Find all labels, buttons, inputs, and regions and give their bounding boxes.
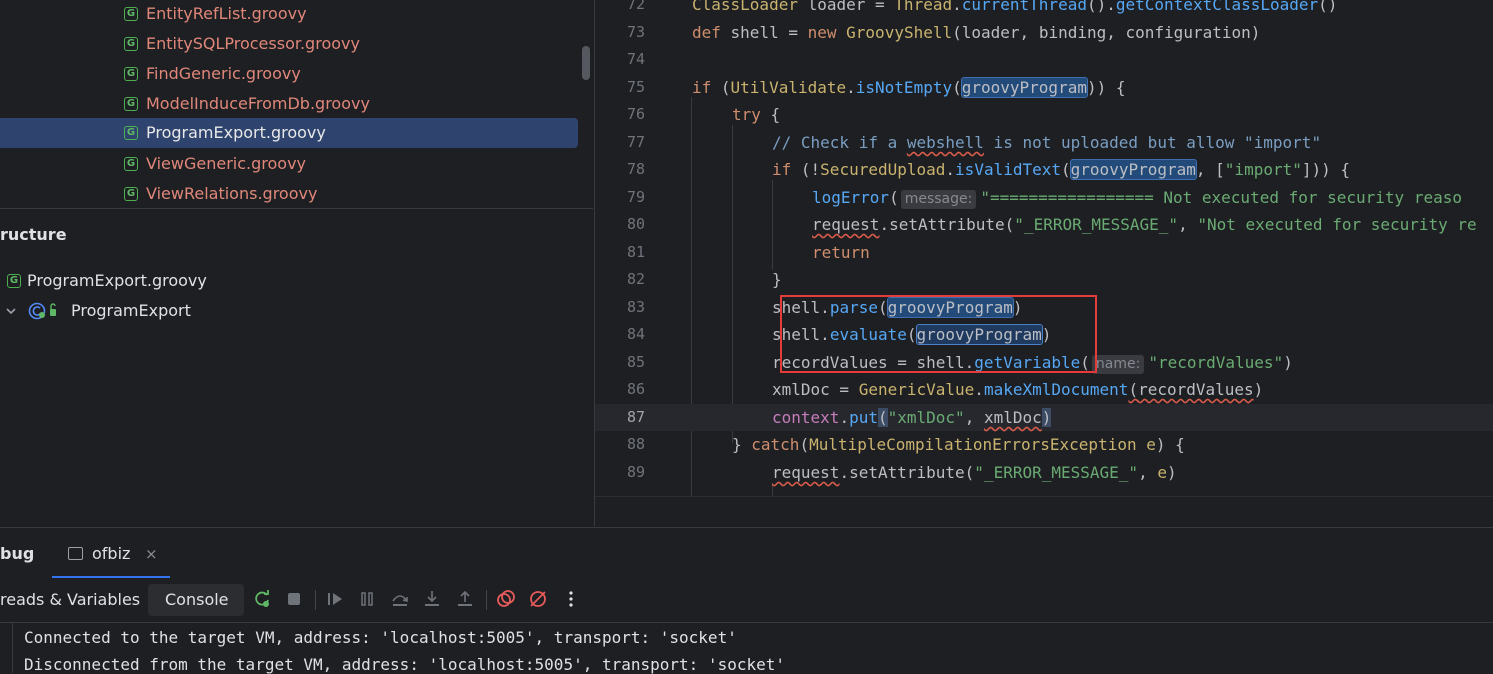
console-line: Disconnected from the target VM, address… [24,655,785,674]
tree-scrollbar[interactable] [582,46,590,80]
tree-item[interactable]: G EntityRefList.groovy [0,0,578,28]
tree-item[interactable]: G EntitySQLProcessor.groovy [0,30,578,58]
groovy-file-icon: G [7,274,21,288]
line-number: 86 [626,380,645,398]
debug-toolbar: reads & Variables Console [0,578,1493,623]
tree-item-label: ProgramExport.groovy [146,123,326,142]
structure-item-label: ProgramExport [71,301,191,320]
line-number: 76 [626,105,645,123]
code-line[interactable]: 80 request.setAttribute("_ERROR_MESSAGE_… [595,211,1493,238]
line-number: 81 [626,243,645,261]
structure-item-class[interactable]: ProgramExport [0,297,300,325]
code-line[interactable]: 81 return [595,239,1493,266]
tree-item-selected[interactable]: G ProgramExport.groovy [0,118,578,148]
code-line-current[interactable]: 87 context.put("xmlDoc", xmlDoc) [595,404,1493,431]
pause-icon[interactable] [357,589,377,609]
structure-title: ructure [0,225,67,244]
code-line[interactable]: 88 } catch(MultipleCompilationErrorsExce… [595,431,1493,458]
line-number: 82 [626,270,645,288]
groovy-file-icon: G [124,126,138,140]
debug-title: bug [0,544,35,563]
view-breakpoints-icon[interactable] [496,589,516,609]
session-label: ofbiz [92,544,131,563]
groovy-file-icon: G [124,187,138,201]
debug-tool-window: bug ofbiz × reads & Variables Console Co… [0,527,1493,674]
editor-bottom-edge [595,496,1493,526]
groovy-file-icon: G [124,157,138,171]
line-number: 77 [626,133,645,151]
session-icon [68,547,83,560]
code-line[interactable]: 73 def shell = new GroovyShell(loader, b… [595,19,1493,46]
tree-item[interactable]: G ViewRelations.groovy [0,180,578,207]
console-output[interactable]: Connected to the target VM, address: 'lo… [0,623,1493,674]
rerun-icon[interactable] [252,589,272,609]
usage-highlight: groovyProgram [960,77,1088,98]
line-number: 80 [626,215,645,233]
project-tree: G EntityRefList.groovy G EntitySQLProces… [0,0,593,207]
line-number: 72 [626,0,645,13]
code-line[interactable]: 78 if (!SecuredUpload.isValidText(groovy… [595,156,1493,183]
tree-item-label: ViewGeneric.groovy [146,154,306,173]
code-line[interactable]: 76 try { [595,101,1493,128]
step-out-icon[interactable] [455,589,475,609]
tree-item-label: EntitySQLProcessor.groovy [146,34,360,53]
line-number: 78 [626,160,645,178]
code-line[interactable]: 86 xmlDoc = GenericValue.makeXmlDocument… [595,376,1493,403]
structure-item-label: ProgramExport.groovy [27,271,207,290]
line-number: 85 [626,353,645,371]
resume-icon[interactable] [325,589,345,609]
tree-item-label: EntityRefList.groovy [146,4,307,23]
line-number: 88 [626,435,645,453]
more-options-icon[interactable] [561,589,581,609]
console-line: Connected to the target VM, address: 'lo… [24,628,737,647]
code-line[interactable]: 79 logError(message: "================= N… [595,184,1493,211]
line-number: 79 [626,188,645,206]
groovy-file-icon: G [124,97,138,111]
chevron-down-icon[interactable] [5,305,17,317]
code-line[interactable]: 77 // Check if a webshell is not uploade… [595,129,1493,156]
parameter-hint: message: [900,190,977,209]
line-number: 73 [626,23,645,41]
tab-console[interactable]: Console [165,590,229,609]
structure-panel: ructure G ProgramExport.groovy ProgramEx… [0,208,593,527]
code-line[interactable]: 74 [595,46,1493,73]
tree-item[interactable]: G FindGeneric.groovy [0,60,578,88]
class-icon [28,302,56,320]
code-line[interactable]: 89 request.setAttribute("_ERROR_MESSAGE_… [595,459,1493,486]
groovy-file-icon: G [124,67,138,81]
step-over-icon[interactable] [390,589,410,609]
mute-breakpoints-icon[interactable] [528,589,548,609]
structure-item-file[interactable]: G ProgramExport.groovy [0,267,300,295]
code-editor[interactable]: 72 ClassLoader loader = Thread.currentTh… [594,0,1493,526]
usage-highlight: groovyProgram [1069,159,1197,180]
line-number: 87 [626,408,645,426]
tab-threads-variables[interactable]: reads & Variables [0,590,140,609]
line-number: 74 [626,50,645,68]
tree-item[interactable]: G ViewGeneric.groovy [0,150,578,178]
close-icon[interactable]: × [145,545,158,563]
line-number: 89 [626,463,645,481]
groovy-file-icon: G [124,37,138,51]
parameter-hint: name: [1091,355,1145,374]
tree-item-label: ModelInduceFromDb.groovy [146,94,370,113]
groovy-file-icon: G [124,7,138,21]
line-number: 84 [626,325,645,343]
line-number: 83 [626,298,645,316]
code-line[interactable]: 72 ClassLoader loader = Thread.currentTh… [595,0,1493,18]
step-into-icon[interactable] [422,589,442,609]
tree-item-label: ViewRelations.groovy [146,184,318,203]
code-line[interactable]: 75 if (UtilValidate.isNotEmpty(groovyPro… [595,74,1493,101]
stop-icon[interactable] [284,589,304,609]
tree-item[interactable]: G ModelInduceFromDb.groovy [0,90,578,118]
debug-session-tab[interactable]: ofbiz × [52,528,170,578]
annotation-box [780,295,1097,373]
code-line[interactable]: 82 } [595,266,1493,293]
tree-item-label: FindGeneric.groovy [146,64,301,83]
line-number: 75 [626,78,645,96]
